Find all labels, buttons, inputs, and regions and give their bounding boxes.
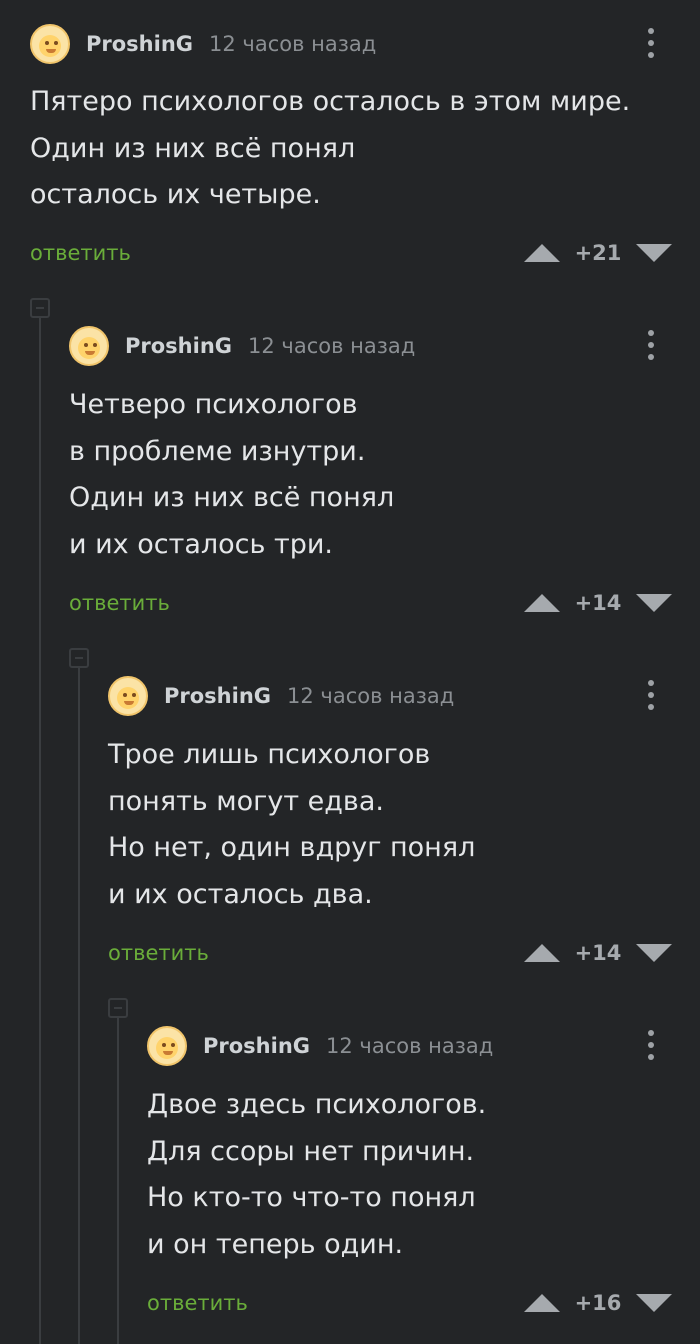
comment-text: Трое лишь психологов понять могут едва. …: [108, 732, 475, 918]
comment-text: Четверо психологов в проблеме изнутри. О…: [69, 382, 394, 568]
upvote-icon[interactable]: [524, 1294, 560, 1312]
collapse-thread-icon[interactable]: [30, 298, 50, 318]
thread-line-2: [78, 668, 80, 1344]
avatar[interactable]: [69, 326, 109, 366]
comment-line: Один из них всё понял: [30, 132, 356, 164]
author-name[interactable]: ProshinG: [203, 1034, 310, 1058]
rating: +14: [574, 941, 622, 965]
rating: +21: [574, 241, 622, 265]
comment-line: Но кто-то что-то понял: [147, 1182, 476, 1213]
downvote-icon[interactable]: [636, 1294, 672, 1312]
comment-line: осталось их четыре.: [30, 179, 321, 210]
comment-time: 12 часов назад: [248, 334, 416, 358]
reply-button[interactable]: ответить: [147, 1288, 248, 1318]
upvote-icon[interactable]: [524, 944, 560, 962]
author-name[interactable]: ProshinG: [86, 32, 193, 56]
reply-button[interactable]: ответить: [69, 588, 170, 618]
reply-button[interactable]: ответить: [30, 238, 131, 268]
comment-time: 12 часов назад: [287, 684, 455, 708]
downvote-icon[interactable]: [636, 594, 672, 612]
avatar[interactable]: [147, 1026, 187, 1066]
author-name[interactable]: ProshinG: [164, 684, 271, 708]
comment-line: в проблеме изнутри.: [69, 435, 366, 467]
more-vertical-icon[interactable]: [648, 330, 656, 366]
comment-line: и он теперь один.: [147, 1228, 404, 1260]
avatar[interactable]: [108, 676, 148, 716]
author-name[interactable]: ProshinG: [125, 334, 232, 358]
comment-line: Двое здесь психологов.: [147, 1089, 487, 1120]
comment-line: и их осталось три.: [69, 528, 333, 560]
comment-line: и их осталось два.: [108, 878, 373, 910]
comment-line: Для ссоры нет причин.: [147, 1135, 475, 1167]
upvote-icon[interactable]: [524, 244, 560, 262]
thread-line-1: [39, 318, 41, 1344]
comment-line: Пятеро психологов осталось в этом мире.: [30, 86, 631, 117]
reply-button[interactable]: ответить: [108, 938, 209, 968]
comment-time: 12 часов назад: [209, 32, 377, 56]
rating: +16: [574, 1291, 622, 1315]
avatar[interactable]: [30, 24, 70, 64]
comment-text: Пятеро психологов осталось в этом мире. …: [30, 79, 630, 219]
collapse-thread-icon[interactable]: [69, 648, 89, 668]
more-vertical-icon[interactable]: [648, 28, 656, 64]
comment-time: 12 часов назад: [326, 1034, 494, 1058]
more-vertical-icon[interactable]: [648, 680, 656, 716]
comment-text: Двое здесь психологов. Для ссоры нет при…: [147, 1082, 486, 1268]
downvote-icon[interactable]: [636, 244, 672, 262]
comment-line: Один из них всё понял: [69, 482, 395, 513]
collapse-thread-icon[interactable]: [108, 998, 128, 1018]
downvote-icon[interactable]: [636, 944, 672, 962]
more-vertical-icon[interactable]: [648, 1030, 656, 1066]
comment-line: понять могут едва.: [108, 785, 384, 817]
comment-line: Трое лишь психологов: [108, 739, 431, 770]
comment-line: Но нет, один вдруг понял: [108, 832, 476, 863]
rating: +14: [574, 591, 622, 615]
upvote-icon[interactable]: [524, 594, 560, 612]
thread-line-3: [117, 1018, 119, 1344]
comment-line: Четверо психологов: [69, 389, 358, 420]
